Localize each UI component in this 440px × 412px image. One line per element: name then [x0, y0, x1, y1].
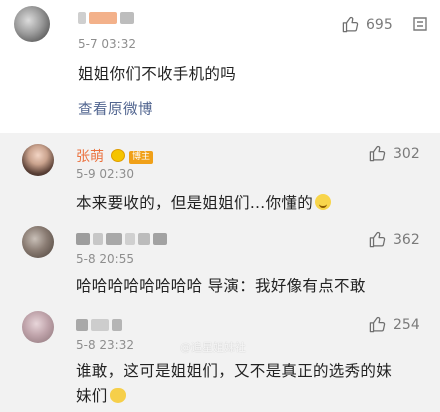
comment-text: 姐姐你们不收手机的吗	[78, 65, 237, 83]
thumbs-up-icon	[369, 231, 386, 248]
cat-emoji-icon	[109, 388, 126, 403]
main-comment: 5-7 03:32 姐姐你们不收手机的吗 查看原微博 695	[0, 0, 440, 133]
like-button[interactable]: 695	[341, 15, 393, 34]
reply-text: 本来要收的，但是姐姐们…你懂的	[76, 191, 332, 213]
watermark: @追星姐妹社	[180, 341, 246, 354]
reply-timestamp: 5-9 02:30	[76, 167, 134, 181]
reply-username[interactable]: 张萌	[76, 146, 104, 166]
more-icon[interactable]	[412, 16, 428, 32]
reply-like-count: 362	[393, 231, 420, 248]
reply-name-blurred[interactable]	[76, 319, 122, 331]
reply-avatar[interactable]	[22, 144, 54, 176]
reply-like-count: 254	[393, 316, 420, 333]
reply-text: 哈哈哈哈哈哈哈哈 导演：我好像有点不敢	[76, 277, 366, 295]
reply-text-line2: 妹们	[76, 384, 126, 406]
reply-timestamp: 5-8 23:32	[76, 338, 134, 352]
reply-like-button[interactable]: 254	[368, 315, 420, 334]
reply-name-blurred[interactable]	[76, 233, 167, 245]
blogger-badge: 博主	[129, 151, 154, 164]
commenter-avatar[interactable]	[14, 6, 50, 42]
reply-like-button[interactable]: 302	[368, 144, 420, 163]
reply-like-count: 302	[393, 145, 420, 162]
commenter-name-blurred[interactable]	[78, 12, 134, 24]
reply-list: 张萌 博主 5-9 02:30 本来要收的，但是姐姐们…你懂的 302 5-8 …	[0, 133, 440, 412]
thumbs-up-icon	[342, 16, 359, 33]
view-original-weibo-link[interactable]: 查看原微博	[78, 98, 153, 119]
thumbs-up-icon	[369, 145, 386, 162]
reply-timestamp: 5-8 20:55	[76, 252, 134, 266]
thumbs-up-icon	[369, 316, 386, 333]
reply-like-button[interactable]: 362	[368, 230, 420, 249]
like-count: 695	[366, 16, 393, 33]
comment-timestamp: 5-7 03:32	[78, 37, 136, 51]
reply-avatar[interactable]	[22, 226, 54, 258]
reply-text-line1: 谁敢，这可是姐姐们，又不是真正的选秀的妹	[76, 362, 393, 380]
laughing-emoji-icon	[315, 194, 332, 210]
reply-avatar[interactable]	[22, 311, 54, 343]
crown-icon	[111, 149, 125, 162]
